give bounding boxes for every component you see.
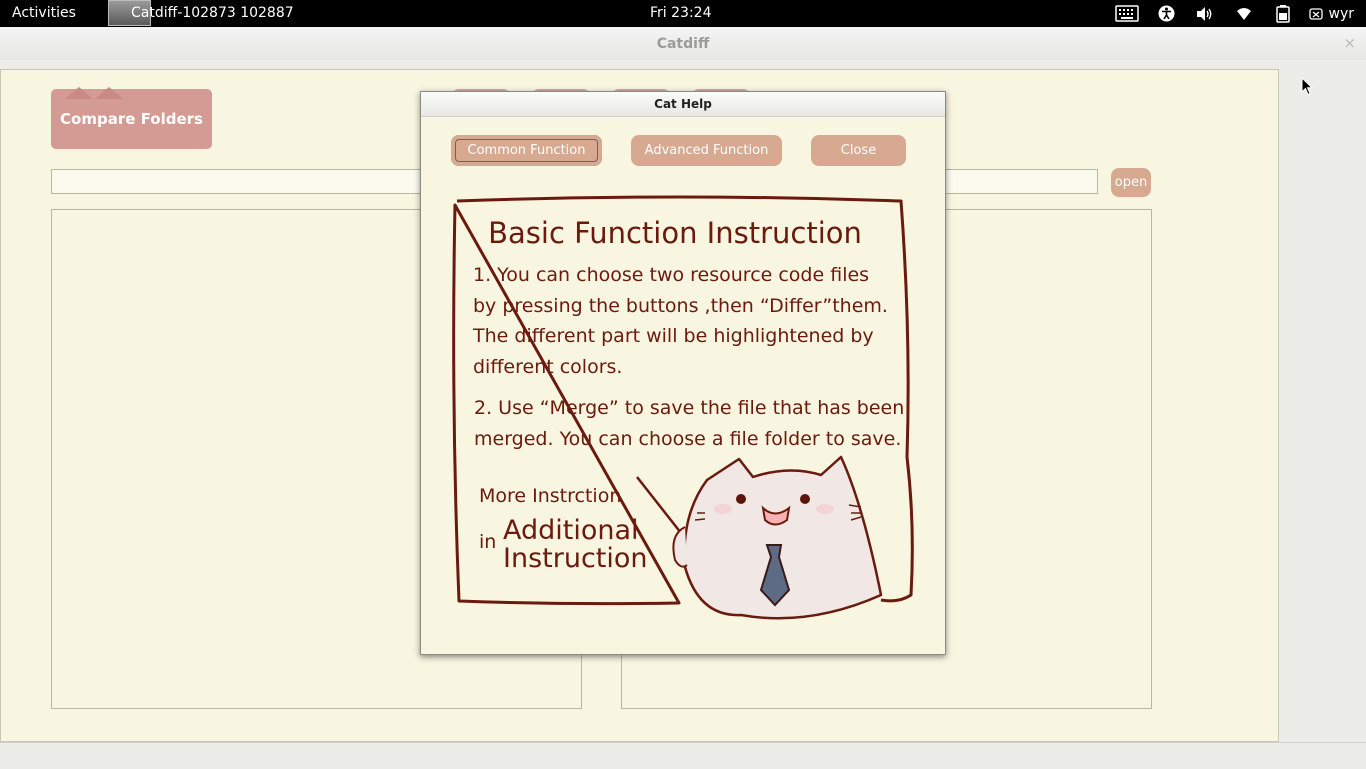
help-more-text: More Instrction [479,485,621,507]
window-title: Catdiff [656,36,710,52]
help-item1-line3: The different part will be highlightened… [472,325,874,347]
window-titlebar[interactable]: Catdiff × [0,27,1366,61]
help-item1-line1: 1. You can choose two resource code file… [473,264,869,286]
user-icon [1308,7,1323,20]
help-instruction-text: Instruction [503,543,648,574]
help-illustration: Basic Function Instruction 1. You can ch… [452,195,914,620]
battery-icon[interactable] [1264,4,1303,23]
clock[interactable]: Fri 23:24 [650,5,711,21]
activities-button[interactable]: Activities [12,5,76,21]
help-heading: Basic Function Instruction [488,216,862,250]
open-button[interactable]: open [1111,168,1151,197]
cat-help-dialog: Cat Help Common Function Advanced Functi… [420,91,946,655]
compare-folders-button[interactable]: Compare Folders [51,87,212,149]
wifi-icon[interactable] [1225,4,1264,23]
app-menu-title[interactable]: Catdiff-102873 102887 [131,5,294,21]
help-in-text: in [479,531,496,553]
window-close-icon[interactable]: × [1343,34,1356,52]
user-name: wyr [1328,5,1355,22]
help-item1-line4: different colors. [473,356,622,378]
common-function-button[interactable]: Common Function [451,135,602,166]
advanced-function-button[interactable]: Advanced Function [631,135,782,166]
user-menu[interactable]: wyr [1308,5,1355,22]
folder-tab-decoration [95,87,123,99]
pointer-stick [636,476,682,534]
folder-tab-decoration [65,87,93,99]
volume-icon[interactable] [1186,4,1225,23]
dialog-title[interactable]: Cat Help [421,92,945,117]
mouse-cursor-icon [1301,77,1313,96]
system-tray: wyr [1108,4,1355,23]
system-top-bar: Activities Catdiff-102873 102887 Fri 23:… [0,0,1366,27]
accessibility-icon[interactable] [1147,4,1186,23]
help-additional-text: Additional [503,515,639,546]
close-button[interactable]: Close [811,135,906,166]
compare-folders-label: Compare Folders [60,110,203,128]
status-bar [0,742,1366,769]
cat-mascot-icon [672,455,883,620]
help-item2-line2: merged. You can choose a file folder to … [474,428,901,450]
keyboard-icon[interactable] [1108,4,1147,23]
help-item1-line2: by pressing the buttons ,then “Differ”th… [473,295,888,317]
help-item2-line1: 2. Use “Merge” to save the file that has… [474,397,904,419]
